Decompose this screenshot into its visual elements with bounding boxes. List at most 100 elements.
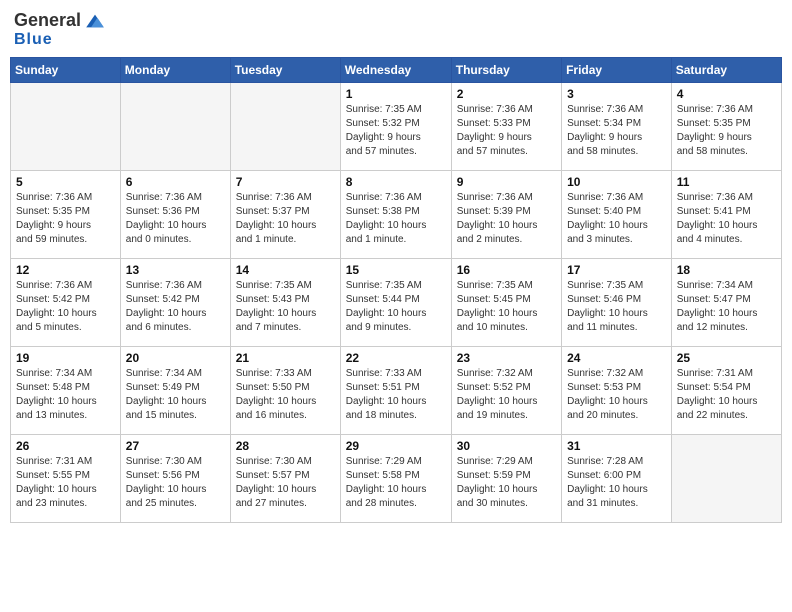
day-info: Sunrise: 7:30 AMSunset: 5:57 PMDaylight:… [236,455,335,511]
day-number: 4 [677,87,776,101]
calendar-cell [230,83,340,171]
calendar-cell: 21 Sunrise: 7:33 AMSunset: 5:50 PMDayligh… [230,347,340,435]
week-row-2: 5 Sunrise: 7:36 AMSunset: 5:35 PMDaylight… [11,171,782,259]
calendar-cell: 25 Sunrise: 7:31 AMSunset: 5:54 PMDayligh… [671,347,781,435]
calendar-cell: 1 Sunrise: 7:35 AMSunset: 5:32 PMDaylight… [340,83,451,171]
calendar-cell: 26 Sunrise: 7:31 AMSunset: 5:55 PMDayligh… [11,435,121,523]
day-info: Sunrise: 7:31 AMSunset: 5:54 PMDaylight:… [677,367,776,423]
day-number: 30 [457,439,556,453]
column-header-tuesday: Tuesday [230,58,340,83]
calendar-cell: 28 Sunrise: 7:30 AMSunset: 5:57 PMDayligh… [230,435,340,523]
day-number: 21 [236,351,335,365]
day-info: Sunrise: 7:29 AMSunset: 5:58 PMDaylight:… [346,455,446,511]
day-number: 27 [126,439,225,453]
day-number: 29 [346,439,446,453]
day-number: 5 [16,175,115,189]
week-row-1: 1 Sunrise: 7:35 AMSunset: 5:32 PMDaylight… [11,83,782,171]
day-info: Sunrise: 7:36 AMSunset: 5:35 PMDaylight:… [16,191,115,247]
calendar-cell: 27 Sunrise: 7:30 AMSunset: 5:56 PMDayligh… [120,435,230,523]
day-number: 24 [567,351,666,365]
column-header-wednesday: Wednesday [340,58,451,83]
calendar-cell: 30 Sunrise: 7:29 AMSunset: 5:59 PMDayligh… [451,435,561,523]
logo-icon [83,11,107,31]
day-info: Sunrise: 7:36 AMSunset: 5:38 PMDaylight:… [346,191,446,247]
day-number: 12 [16,263,115,277]
day-info: Sunrise: 7:36 AMSunset: 5:36 PMDaylight:… [126,191,225,247]
calendar-cell [120,83,230,171]
day-info: Sunrise: 7:29 AMSunset: 5:59 PMDaylight:… [457,455,556,511]
day-info: Sunrise: 7:31 AMSunset: 5:55 PMDaylight:… [16,455,115,511]
calendar-cell [671,435,781,523]
week-row-5: 26 Sunrise: 7:31 AMSunset: 5:55 PMDayligh… [11,435,782,523]
day-info: Sunrise: 7:32 AMSunset: 5:53 PMDaylight:… [567,367,666,423]
page-header: General Blue [10,10,782,49]
day-number: 2 [457,87,556,101]
day-number: 1 [346,87,446,101]
day-number: 10 [567,175,666,189]
day-info: Sunrise: 7:36 AMSunset: 5:41 PMDaylight:… [677,191,776,247]
week-row-4: 19 Sunrise: 7:34 AMSunset: 5:48 PMDayligh… [11,347,782,435]
calendar-cell: 20Sunrise: 7:34 AMSunset: 5:49 PMDayligh… [120,347,230,435]
day-info: Sunrise: 7:36 AMSunset: 5:34 PMDaylight:… [567,103,666,159]
day-info: Sunrise: 7:28 AMSunset: 6:00 PMDaylight:… [567,455,666,511]
logo: General Blue [14,10,107,49]
column-header-friday: Friday [562,58,672,83]
day-info: Sunrise: 7:35 AMSunset: 5:45 PMDaylight:… [457,279,556,335]
day-info: Sunrise: 7:35 AMSunset: 5:32 PMDaylight:… [346,103,446,159]
calendar-cell: 7 Sunrise: 7:36 AMSunset: 5:37 PMDaylight… [230,171,340,259]
day-info: Sunrise: 7:34 AMSunset: 5:48 PMDaylight:… [16,367,115,423]
day-info: Sunrise: 7:36 AMSunset: 5:40 PMDaylight:… [567,191,666,247]
day-number: 25 [677,351,776,365]
calendar-cell: 10 Sunrise: 7:36 AMSunset: 5:40 PMDayligh… [562,171,672,259]
column-header-sunday: Sunday [11,58,121,83]
day-info: Sunrise: 7:36 AMSunset: 5:37 PMDaylight:… [236,191,335,247]
day-number: 23 [457,351,556,365]
day-number: 28 [236,439,335,453]
calendar-cell: 6 Sunrise: 7:36 AMSunset: 5:36 PMDaylight… [120,171,230,259]
calendar-cell: 16 Sunrise: 7:35 AMSunset: 5:45 PMDayligh… [451,259,561,347]
calendar-cell: 15Sunrise: 7:35 AMSunset: 5:44 PMDayligh… [340,259,451,347]
calendar-cell: 19 Sunrise: 7:34 AMSunset: 5:48 PMDayligh… [11,347,121,435]
calendar-table: SundayMondayTuesdayWednesdayThursdayFrid… [10,57,782,523]
day-number: 18 [677,263,776,277]
calendar-cell: 5 Sunrise: 7:36 AMSunset: 5:35 PMDaylight… [11,171,121,259]
calendar-cell: 22Sunrise: 7:33 AMSunset: 5:51 PMDayligh… [340,347,451,435]
calendar-cell: 3 Sunrise: 7:36 AMSunset: 5:34 PMDaylight… [562,83,672,171]
day-number: 17 [567,263,666,277]
calendar-cell: 14 Sunrise: 7:35 AMSunset: 5:43 PMDayligh… [230,259,340,347]
day-number: 8 [346,175,446,189]
calendar-cell: 12 Sunrise: 7:36 AMSunset: 5:42 PMDayligh… [11,259,121,347]
calendar-cell: 13Sunrise: 7:36 AMSunset: 5:42 PMDayligh… [120,259,230,347]
calendar-cell: 2 Sunrise: 7:36 AMSunset: 5:33 PMDaylight… [451,83,561,171]
calendar-cell: 31 Sunrise: 7:28 AMSunset: 6:00 PMDayligh… [562,435,672,523]
day-number: 20 [126,351,225,365]
day-number: 15 [346,263,446,277]
day-info: Sunrise: 7:30 AMSunset: 5:56 PMDaylight:… [126,455,225,511]
day-info: Sunrise: 7:36 AMSunset: 5:42 PMDaylight:… [16,279,115,335]
day-number: 26 [16,439,115,453]
day-info: Sunrise: 7:34 AMSunset: 5:47 PMDaylight:… [677,279,776,335]
day-info: Sunrise: 7:36 AMSunset: 5:33 PMDaylight:… [457,103,556,159]
calendar-cell [11,83,121,171]
day-number: 3 [567,87,666,101]
day-number: 9 [457,175,556,189]
day-info: Sunrise: 7:33 AMSunset: 5:50 PMDaylight:… [236,367,335,423]
day-info: Sunrise: 7:36 AMSunset: 5:35 PMDaylight:… [677,103,776,159]
day-info: Sunrise: 7:35 AMSunset: 5:43 PMDaylight:… [236,279,335,335]
day-number: 7 [236,175,335,189]
day-number: 19 [16,351,115,365]
calendar-cell: 8 Sunrise: 7:36 AMSunset: 5:38 PMDaylight… [340,171,451,259]
day-number: 31 [567,439,666,453]
day-number: 11 [677,175,776,189]
day-number: 16 [457,263,556,277]
calendar-cell: 4 Sunrise: 7:36 AMSunset: 5:35 PMDaylight… [671,83,781,171]
calendar-cell: 18 Sunrise: 7:34 AMSunset: 5:47 PMDayligh… [671,259,781,347]
day-number: 13 [126,263,225,277]
day-info: Sunrise: 7:32 AMSunset: 5:52 PMDaylight:… [457,367,556,423]
logo-blue-label: Blue [14,31,53,49]
calendar-cell: 9Sunrise: 7:36 AMSunset: 5:39 PMDaylight… [451,171,561,259]
day-number: 6 [126,175,225,189]
calendar-cell: 17Sunrise: 7:35 AMSunset: 5:46 PMDayligh… [562,259,672,347]
day-number: 14 [236,263,335,277]
calendar-header-row: SundayMondayTuesdayWednesdayThursdayFrid… [11,58,782,83]
